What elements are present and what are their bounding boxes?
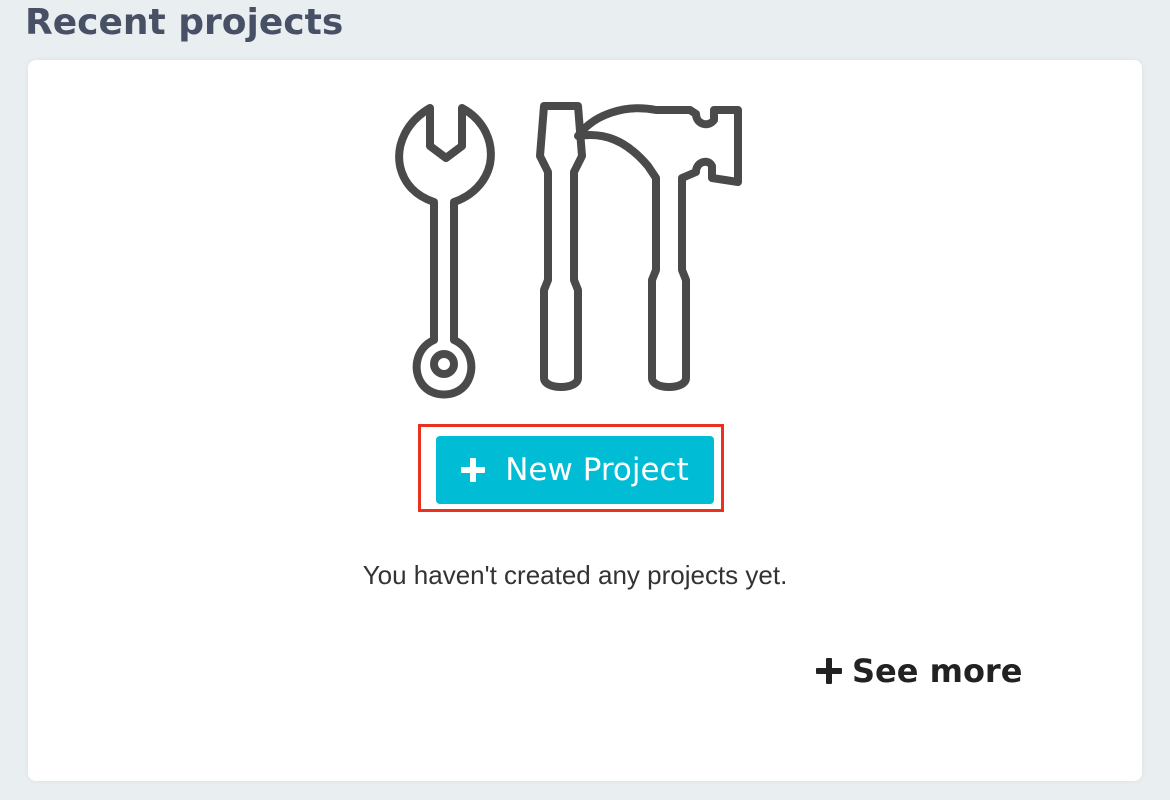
recent-projects-card: New Project You haven't created any proj… xyxy=(28,60,1142,781)
recent-projects-page: Recent projects New Project You haven't … xyxy=(0,0,1170,800)
section-title: Recent projects xyxy=(25,2,344,43)
see-more-label: See more xyxy=(852,652,1023,690)
new-project-label: New Project xyxy=(505,452,689,488)
hammer-icon xyxy=(574,104,742,391)
screwdriver-icon xyxy=(536,102,586,391)
new-project-button[interactable]: New Project xyxy=(436,436,714,504)
empty-state-message: You haven't created any projects yet. xyxy=(362,560,788,590)
plus-icon xyxy=(816,658,842,684)
tools-icon xyxy=(394,100,764,400)
plus-icon xyxy=(461,458,486,482)
wrench-icon xyxy=(395,104,495,399)
see-more-link[interactable]: See more xyxy=(816,652,1022,690)
